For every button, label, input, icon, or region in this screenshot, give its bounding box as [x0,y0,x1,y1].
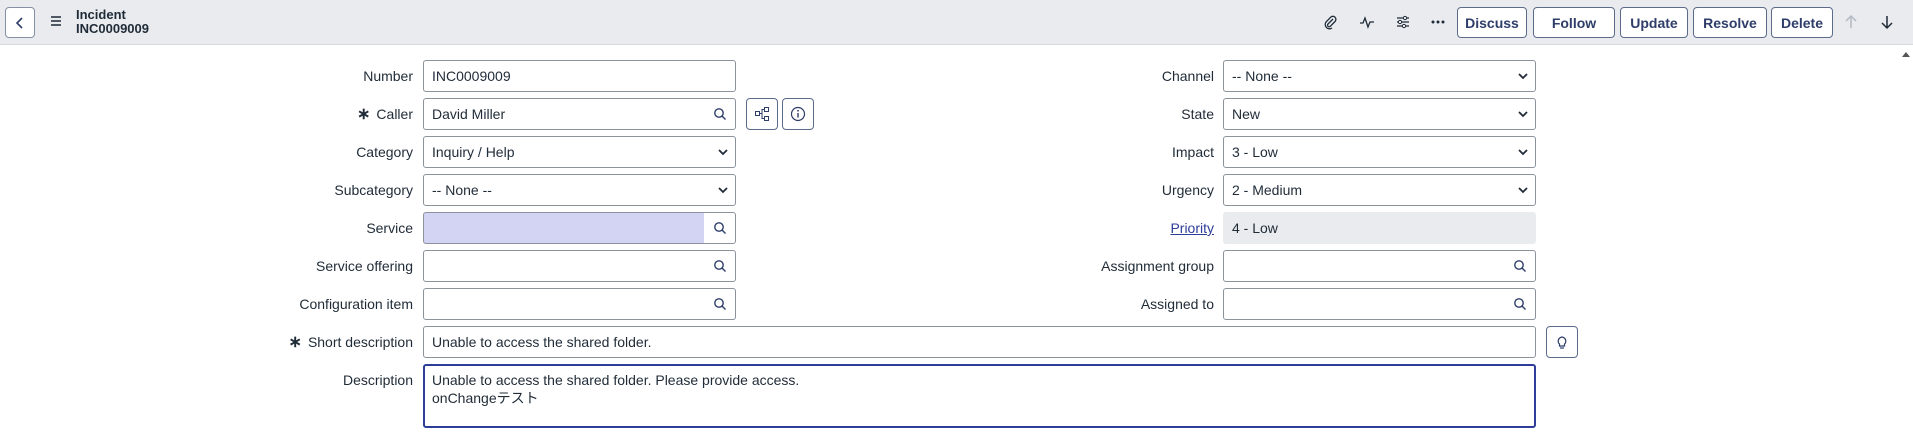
configuration-item-label: Configuration item [299,296,413,312]
category-label: Category [356,144,413,160]
paperclip-icon[interactable] [1319,11,1341,33]
service-search-button[interactable] [704,212,736,244]
number-field[interactable]: INC0009009 [423,60,736,92]
assignment-group-search-button[interactable] [1504,250,1536,282]
short-description-label: ∗ Short description [288,334,413,351]
category-select[interactable]: Inquiry / Help [423,136,736,168]
short-description-input[interactable]: Unable to access the shared folder. [423,326,1536,358]
follow-button[interactable]: Follow [1533,7,1615,38]
description-label: Description [342,372,413,388]
search-icon [713,260,726,272]
service-offering-label: Service offering [315,258,413,274]
channel-label: Channel [1161,68,1214,84]
impact-select[interactable]: 3 - Low [1223,136,1536,168]
description-textarea[interactable]: Unable to access the shared folder. Plea… [423,364,1536,428]
suggestion-button[interactable] [1546,326,1578,358]
required-marker: ∗ [288,334,302,351]
form-header: Incident INC0009009 Discuss Follow Updat… [0,0,1913,45]
search-icon [713,222,726,234]
chevron-down-icon [718,187,728,194]
state-label: State [1181,106,1214,122]
arrow-down-icon[interactable] [1877,12,1897,32]
caller-input[interactable]: David Miller [423,98,705,130]
service-label: Service [366,220,413,236]
service-input[interactable] [423,212,705,244]
service-offering-input[interactable] [423,250,705,282]
hierarchy-icon [755,107,769,121]
priority-link[interactable]: Priority [1170,220,1214,236]
search-icon [1513,298,1526,310]
required-marker: ∗ [357,106,371,123]
subcategory-label: Subcategory [334,182,413,198]
urgency-select[interactable]: 2 - Medium [1223,174,1536,206]
channel-select[interactable]: -- None -- [1223,60,1536,92]
chevron-down-icon [1518,111,1528,118]
record-number: INC0009009 [76,21,149,36]
search-icon [1513,260,1526,272]
subcategory-select[interactable]: -- None -- [423,174,736,206]
discuss-button[interactable]: Discuss [1457,7,1527,38]
settings-sliders-icon[interactable] [1392,11,1414,33]
record-title: Incident INC0009009 [76,8,149,36]
search-icon [713,108,726,120]
resolve-button[interactable]: Resolve [1693,7,1767,38]
assigned-to-label: Assigned to [1140,296,1214,312]
search-icon [713,298,726,310]
assignment-group-label: Assignment group [1101,258,1214,274]
assigned-to-search-button[interactable] [1504,288,1536,320]
priority-label: Priority [1000,212,1214,244]
assignment-group-input[interactable] [1223,250,1505,282]
impact-label: Impact [1171,144,1214,160]
more-options-icon[interactable] [1427,11,1449,33]
caller-search-button[interactable] [704,98,736,130]
number-label: Number [363,68,413,84]
configuration-item-input[interactable] [423,288,705,320]
update-button[interactable]: Update [1620,7,1688,38]
caller-tree-button[interactable] [746,98,778,130]
state-select[interactable]: New [1223,98,1536,130]
chevron-left-icon [15,16,23,29]
lightbulb-icon [1557,336,1567,349]
delete-button[interactable]: Delete [1771,7,1833,38]
chevron-down-icon [1518,73,1528,80]
info-icon [790,106,806,122]
chevron-down-icon [718,149,728,156]
urgency-label: Urgency [1161,182,1214,198]
activity-pulse-icon[interactable] [1356,11,1378,33]
chevron-down-icon [1518,187,1528,194]
configuration-item-search-button[interactable] [704,288,736,320]
arrow-up-icon[interactable] [1841,12,1861,32]
hamburger-menu-icon[interactable] [49,14,63,28]
back-button[interactable] [5,7,35,38]
assigned-to-input[interactable] [1223,288,1505,320]
service-offering-search-button[interactable] [704,250,736,282]
chevron-down-icon [1518,149,1528,156]
record-type: Incident [76,7,126,22]
priority-readonly-field: 4 - Low [1223,212,1536,244]
caller-info-button[interactable] [782,98,814,130]
caller-label: ∗ Caller [357,106,413,123]
scrollbar[interactable] [1899,45,1913,435]
